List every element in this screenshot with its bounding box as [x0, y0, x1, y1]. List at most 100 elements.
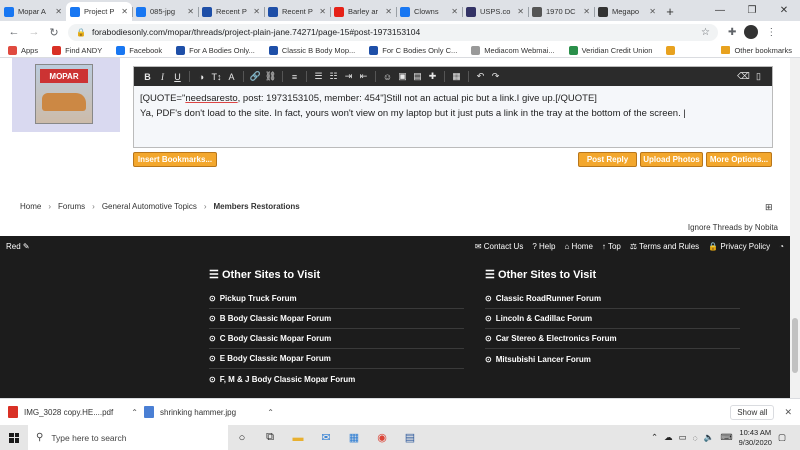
download-item[interactable]: IMG_3028 copy.HE....pdf ⌃ [8, 406, 138, 418]
sitemap-icon[interactable]: ⊞ [765, 202, 773, 213]
cortana-icon[interactable]: ○ [228, 432, 256, 444]
message-textarea[interactable]: [QUOTE="needsaresto, post: 1973153105, m… [134, 86, 772, 126]
other-site-link[interactable]: ⊙ Pickup Truck Forum [209, 289, 464, 309]
footer-link[interactable]: ⌂ Home [564, 242, 592, 251]
underline-icon[interactable]: U [170, 72, 185, 82]
eraser-icon[interactable]: ⌫ [736, 71, 751, 82]
save-draft-icon[interactable]: ▦ [449, 71, 464, 82]
other-site-link[interactable]: ⊙ E Body Classic Mopar Forum [209, 349, 464, 369]
insert-bookmarks-button[interactable]: Insert Bookmarks... [133, 152, 217, 167]
chevron-up-icon[interactable]: ⌃ [131, 408, 138, 417]
bookmark-item[interactable]: Mediacom Webmai... [471, 45, 555, 55]
url-field[interactable]: 🔒 forabodiesonly.com/mopar/threads/proje… [68, 23, 718, 41]
bold-icon[interactable]: B [140, 72, 155, 82]
close-tab-icon[interactable]: ✕ [385, 7, 392, 16]
volume-icon[interactable]: 🔈 [704, 432, 715, 443]
rss-icon[interactable]: ◔ [779, 242, 784, 251]
task-view-icon[interactable]: ⧉ [256, 431, 284, 444]
bookmark-item[interactable]: Veridian Credit Union [568, 45, 652, 55]
media-icon[interactable]: ▤ [410, 71, 425, 82]
show-all-button[interactable]: Show all [730, 404, 775, 420]
outdent-icon[interactable]: ⇤ [356, 71, 371, 82]
color-icon[interactable]: ◑ [194, 72, 209, 82]
profile-avatar[interactable] [744, 25, 759, 39]
other-site-link[interactable]: ⊙ F, M & J Body Classic Mopar Forum [209, 369, 464, 389]
more-options-button[interactable]: More Options... [706, 152, 772, 167]
breadcrumb-item[interactable]: Members Restorations [214, 202, 300, 211]
scrollbar-thumb[interactable] [792, 318, 798, 373]
undo-icon[interactable]: ↶ [473, 71, 488, 82]
bookmark-item[interactable]: For C Bodies Only C... [369, 45, 457, 55]
chevron-up-icon[interactable]: ⌃ [267, 408, 274, 417]
user-avatar[interactable]: MOPAR [35, 64, 93, 124]
minimize-icon[interactable]: — [704, 0, 736, 21]
menu-dots-icon[interactable]: ⋮ [766, 27, 776, 38]
unlink-icon[interactable]: ⛓ [263, 71, 278, 82]
restore-icon[interactable]: ❐ [736, 0, 768, 21]
close-tab-icon[interactable]: ✕ [451, 7, 458, 16]
lock-icon[interactable]: 🔒 [76, 28, 86, 37]
footer-link[interactable]: ? Help [532, 242, 555, 251]
forward-arrow-icon[interactable]: → [26, 26, 42, 38]
close-window-icon[interactable]: ✕ [768, 0, 800, 21]
upload-photos-button[interactable]: Upload Photos [640, 152, 703, 167]
font-size-icon[interactable]: T↕ [209, 72, 224, 82]
close-icon[interactable]: ✕ [784, 407, 792, 418]
close-tab-icon[interactable]: ✕ [253, 7, 260, 16]
mail-icon[interactable]: ✉ [312, 431, 340, 444]
bookmark-item[interactable]: Find ANDY [52, 45, 102, 55]
other-site-link[interactable]: ⊙ Classic RoadRunner Forum [485, 289, 740, 309]
bullet-list-icon[interactable]: ☰ [311, 71, 326, 82]
browser-tab[interactable]: 085-jpg ✕ [132, 2, 198, 21]
footer-link[interactable]: ⚖ Terms and Rules [630, 242, 699, 251]
reload-icon[interactable]: ↻ [46, 26, 62, 39]
cloud-icon[interactable]: ☁ [664, 432, 673, 443]
browser-tab[interactable]: USPS.co ✕ [462, 2, 528, 21]
bookmark-item[interactable]: For A Bodies Only... [176, 45, 255, 55]
page-scrollbar[interactable] [790, 58, 800, 398]
breadcrumb-item[interactable]: Home [20, 202, 41, 211]
other-site-link[interactable]: ⊙ Mitsubishi Lancer Forum [485, 349, 740, 369]
close-tab-icon[interactable]: ✕ [517, 7, 524, 16]
other-site-link[interactable]: ⊙ C Body Classic Mopar Forum [209, 329, 464, 349]
breadcrumb-item[interactable]: Forums [58, 202, 85, 211]
smiley-icon[interactable]: ☺ [380, 72, 395, 82]
chevron-up-icon[interactable]: ⌃ [651, 432, 658, 443]
star-icon[interactable]: ☆ [701, 27, 710, 38]
redo-icon[interactable]: ↷ [488, 71, 503, 82]
footer-link[interactable]: ✉ Contact Us [475, 242, 524, 251]
download-item[interactable]: shrinking hammer.jpg ⌃ [144, 406, 274, 418]
close-tab-icon[interactable]: ✕ [187, 7, 194, 16]
network-icon[interactable]: ◌ [693, 433, 698, 443]
browser-tab[interactable]: Project P ✕ [66, 2, 132, 21]
ignore-threads-link[interactable]: Ignore Threads by Nobita [688, 223, 778, 232]
insert-icon[interactable]: ✚ [425, 71, 440, 82]
browser-tab[interactable]: Megapo ✕ [594, 2, 660, 21]
bookmark-item[interactable]: Apps [8, 45, 38, 55]
store-icon[interactable]: ▦ [340, 431, 368, 444]
new-tab-button[interactable]: + [660, 2, 680, 21]
bookmark-item[interactable]: Facebook [116, 45, 162, 55]
extensions-icon[interactable]: ✚ [728, 27, 736, 38]
close-tab-icon[interactable]: ✕ [319, 7, 326, 16]
bookmark-item[interactable] [666, 45, 679, 55]
image-icon[interactable]: ▣ [395, 71, 410, 82]
other-site-link[interactable]: ⊙ Lincoln & Cadillac Forum [485, 309, 740, 329]
keyboard-icon[interactable]: ⌨ [720, 432, 732, 443]
notifications-icon[interactable]: ▢ [778, 432, 786, 443]
chrome-icon[interactable]: ◉ [368, 431, 396, 444]
bookmark-item[interactable]: Classic B Body Mop... [268, 45, 355, 55]
indent-icon[interactable]: ⇥ [341, 71, 356, 82]
italic-icon[interactable]: I [155, 72, 170, 82]
other-bookmarks[interactable]: Other bookmarks [721, 46, 792, 55]
footer-link[interactable]: ↑ Top [602, 242, 621, 251]
align-icon[interactable]: ≡ [287, 72, 302, 82]
browser-tab[interactable]: Clowns ✕ [396, 2, 462, 21]
back-arrow-icon[interactable]: ← [6, 26, 22, 38]
post-reply-button[interactable]: Post Reply [578, 152, 637, 167]
browser-tab[interactable]: Barley ar ✕ [330, 2, 396, 21]
other-site-link[interactable]: ⊙ B Body Classic Mopar Forum [209, 309, 464, 329]
style-chooser[interactable]: Red ✎ [6, 242, 30, 251]
taskbar-search[interactable]: ⚲ Type here to search [28, 425, 228, 450]
word-icon[interactable]: ▤ [396, 431, 424, 444]
